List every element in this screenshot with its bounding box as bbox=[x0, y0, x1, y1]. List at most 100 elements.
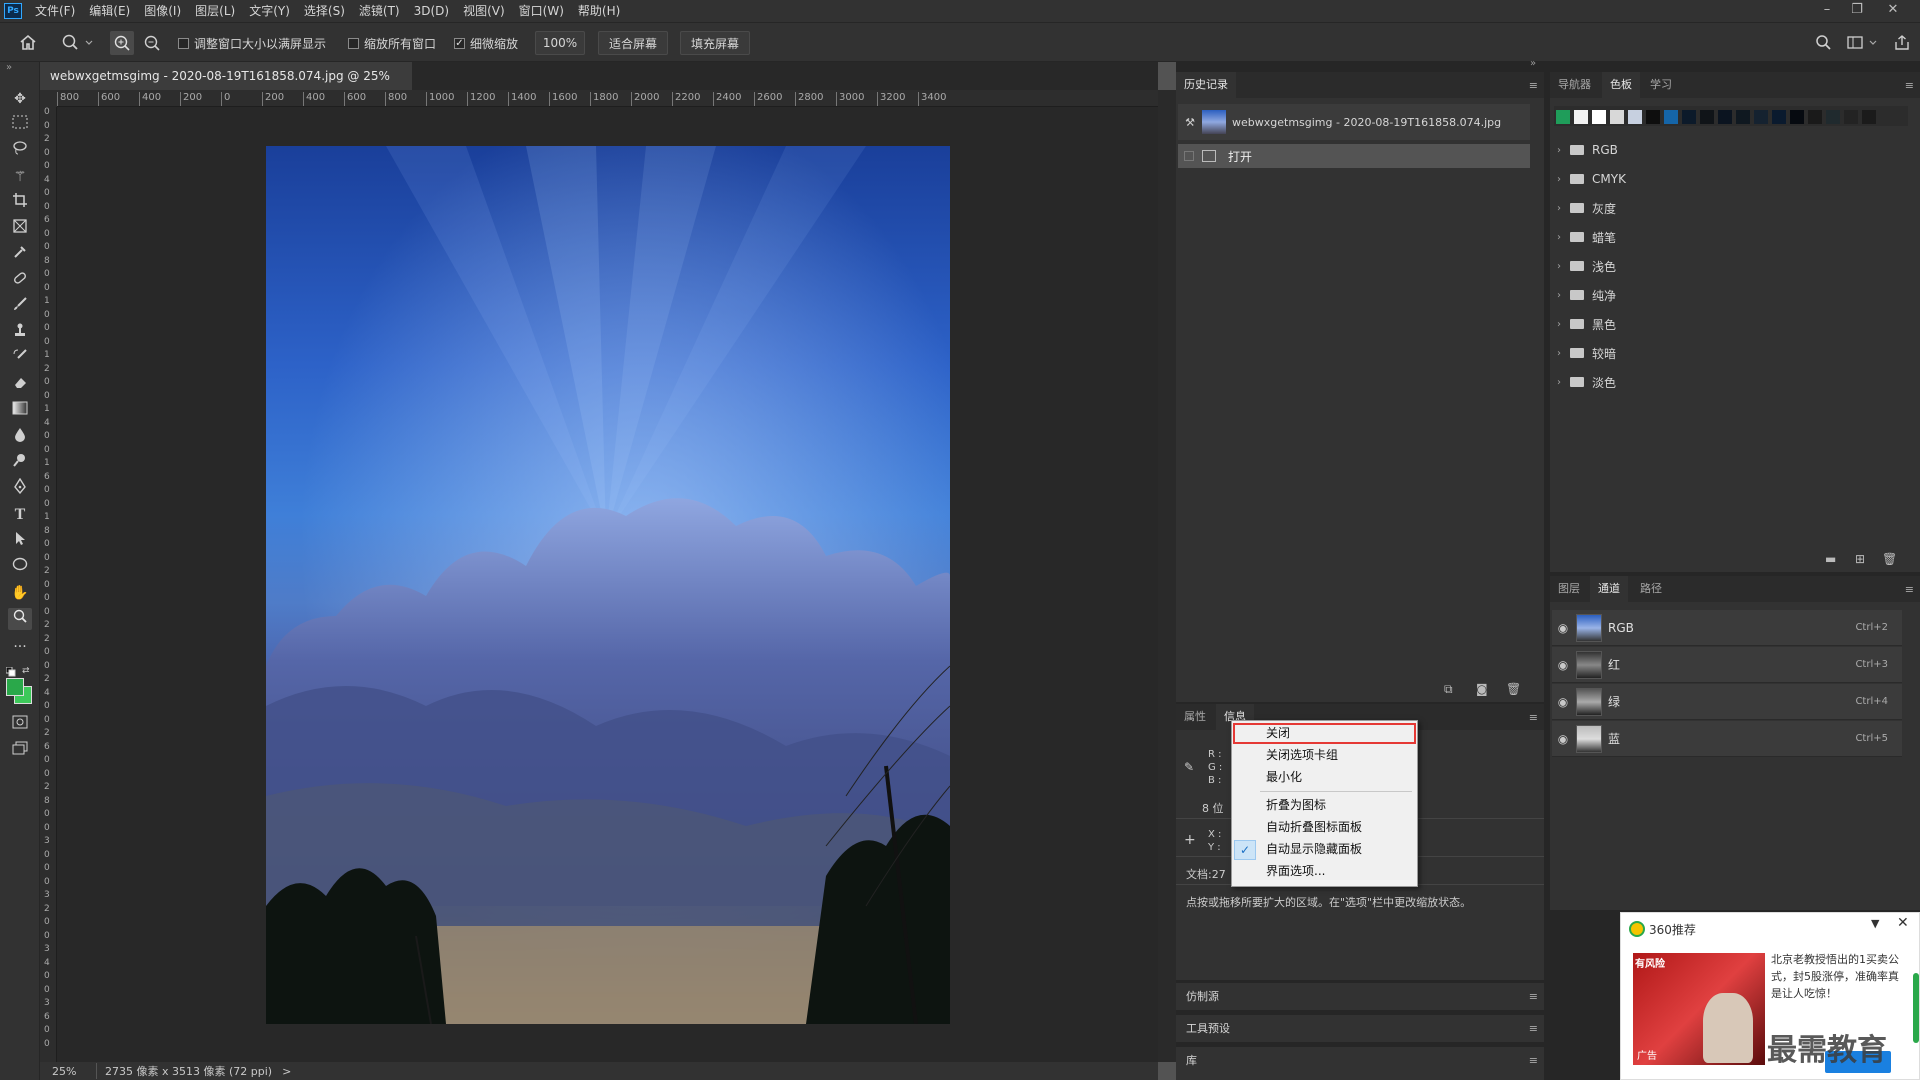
trash-icon[interactable]: 🗑 bbox=[1882, 552, 1897, 566]
share-icon[interactable] bbox=[1892, 33, 1912, 53]
tool-presets-panel[interactable]: 工具预设 ≡ bbox=[1176, 1014, 1544, 1042]
clone-stamp-icon[interactable] bbox=[8, 322, 32, 344]
zoom-all-checkbox[interactable]: 缩放所有窗口 bbox=[348, 35, 436, 52]
color-swatch[interactable] bbox=[1628, 110, 1642, 124]
hand-tool-icon[interactable]: ✋ bbox=[8, 582, 32, 604]
panel-menu-icon[interactable]: ≡ bbox=[1529, 1047, 1538, 1075]
libraries-panel[interactable]: 库 ≡ bbox=[1176, 1046, 1544, 1080]
swatch-group-pure[interactable]: › 纯净 bbox=[1552, 281, 1902, 309]
new-group-icon[interactable]: ▬ bbox=[1825, 552, 1836, 566]
menu-layer[interactable]: 图层(L) bbox=[188, 0, 242, 22]
document-tab[interactable]: webwxgetmsgimg - 2020-08-19T161858.074.j… bbox=[40, 62, 412, 111]
step-source-checkbox[interactable] bbox=[1184, 151, 1194, 161]
panel-menu-icon[interactable]: ≡ bbox=[1529, 983, 1538, 1011]
chevron-right-icon[interactable]: › bbox=[1552, 290, 1566, 301]
history-brush-icon[interactable] bbox=[8, 348, 32, 370]
home-icon[interactable] bbox=[18, 33, 40, 53]
expand-tools-icon[interactable]: » bbox=[6, 62, 12, 73]
swatch-group-pastel[interactable]: › 蜡笔 bbox=[1552, 223, 1902, 251]
zoom-tool-icon[interactable] bbox=[8, 608, 32, 630]
menu-view[interactable]: 视图(V) bbox=[456, 0, 512, 22]
tab-layers[interactable]: 图层 bbox=[1550, 576, 1588, 602]
type-tool-icon[interactable]: T bbox=[8, 504, 32, 526]
eye-icon[interactable]: ◉ bbox=[1552, 732, 1574, 746]
menu-help[interactable]: 帮助(H) bbox=[571, 0, 627, 22]
swatch-group-darker[interactable]: › 较暗 bbox=[1552, 339, 1902, 367]
blur-tool-icon[interactable] bbox=[8, 426, 32, 448]
close-window-button[interactable]: ✕ bbox=[1878, 0, 1908, 22]
menu-item-minimize[interactable]: 最小化 bbox=[1232, 767, 1417, 788]
eye-icon[interactable]: ◉ bbox=[1552, 658, 1574, 672]
tab-properties[interactable]: 属性 bbox=[1176, 704, 1214, 730]
search-icon[interactable] bbox=[1814, 33, 1834, 53]
clone-source-panel[interactable]: 仿制源 ≡ bbox=[1176, 982, 1544, 1010]
more-tools-icon[interactable]: ··· bbox=[8, 636, 32, 658]
ad-image[interactable]: 有风险 广告 bbox=[1633, 953, 1765, 1065]
menu-type[interactable]: 文字(Y) bbox=[242, 0, 297, 22]
default-colors-icon[interactable] bbox=[5, 666, 16, 677]
menu-file[interactable]: 文件(F) bbox=[28, 0, 82, 22]
ellipse-tool-icon[interactable] bbox=[8, 556, 32, 578]
pen-tool-icon[interactable] bbox=[8, 477, 32, 500]
menu-edit[interactable]: 编辑(E) bbox=[82, 0, 137, 22]
status-menu-arrow[interactable]: > bbox=[282, 1065, 291, 1078]
chevron-right-icon[interactable]: › bbox=[1552, 174, 1566, 185]
scrubby-zoom-checkbox[interactable]: ✓ 细微缩放 bbox=[454, 35, 518, 52]
menu-item-collapse-to-icons[interactable]: 折叠为图标 bbox=[1232, 795, 1417, 816]
panel-menu-icon[interactable]: ≡ bbox=[1905, 79, 1914, 92]
channel-row-rgb[interactable]: ◉ RGB Ctrl+2 bbox=[1552, 610, 1902, 646]
swap-colors-icon[interactable]: ⇄ bbox=[22, 666, 30, 676]
color-swatch[interactable] bbox=[1574, 110, 1588, 124]
channel-row-blue[interactable]: ◉ 蓝 Ctrl+5 bbox=[1552, 721, 1902, 757]
tab-swatches[interactable]: 色板 bbox=[1602, 72, 1640, 98]
history-brush-icon[interactable]: ⚒ bbox=[1178, 116, 1202, 129]
eraser-icon[interactable] bbox=[8, 374, 32, 396]
color-swatch[interactable] bbox=[1556, 110, 1570, 124]
panel-menu-icon[interactable]: ≡ bbox=[1905, 583, 1914, 596]
magic-wand-icon[interactable]: ⚚ bbox=[8, 166, 32, 188]
tab-channels[interactable]: 通道 bbox=[1590, 576, 1628, 602]
eyedropper-icon[interactable] bbox=[8, 244, 32, 266]
marquee-tool-icon[interactable] bbox=[8, 114, 32, 136]
canvas-scrollbar[interactable] bbox=[1158, 90, 1176, 1062]
screen-mode-icon[interactable] bbox=[8, 740, 32, 762]
checkbox-box[interactable] bbox=[348, 38, 359, 49]
chevron-right-icon[interactable]: › bbox=[1552, 145, 1566, 156]
crop-tool-icon[interactable] bbox=[8, 192, 32, 214]
lasso-tool-icon[interactable] bbox=[8, 140, 32, 162]
color-swatch[interactable] bbox=[1826, 110, 1840, 124]
menu-select[interactable]: 选择(S) bbox=[297, 0, 352, 22]
frame-tool-icon[interactable] bbox=[8, 218, 32, 240]
chevron-right-icon[interactable]: › bbox=[1552, 261, 1566, 272]
color-swatch[interactable] bbox=[1772, 110, 1786, 124]
dodge-tool-icon[interactable] bbox=[8, 452, 32, 474]
zoom-in-icon[interactable] bbox=[110, 31, 134, 55]
menu-item-interface-options[interactable]: 界面选项... bbox=[1232, 861, 1417, 882]
ad-text[interactable]: 北京老教授悟出的1买卖公式，封5股涨停，准确率真是让人吃惊！ bbox=[1771, 951, 1907, 1002]
path-selection-icon[interactable] bbox=[8, 530, 32, 552]
tab-paths[interactable]: 路径 bbox=[1632, 576, 1670, 602]
fill-screen-button[interactable]: 填充屏幕 bbox=[680, 31, 750, 55]
camera-icon[interactable]: ◙ bbox=[1476, 682, 1488, 696]
swatch-group-dark[interactable]: › 黑色 bbox=[1552, 310, 1902, 338]
zoom-100-button[interactable]: 100% bbox=[535, 31, 585, 55]
ad-close-button[interactable]: ✕ bbox=[1897, 915, 1909, 931]
zoom-out-icon[interactable] bbox=[140, 31, 164, 55]
history-snapshot[interactable]: ⚒ webwxgetmsgimg - 2020-08-19T161858.074… bbox=[1178, 104, 1530, 140]
color-swatch[interactable] bbox=[1700, 110, 1714, 124]
color-swatch[interactable] bbox=[1610, 110, 1624, 124]
swatch-group-gray[interactable]: › 灰度 bbox=[1552, 194, 1902, 222]
menu-item-auto-show-hidden[interactable]: 自动显示隐藏面板 bbox=[1232, 839, 1417, 860]
color-swatch[interactable] bbox=[1808, 110, 1822, 124]
gradient-tool-icon[interactable] bbox=[8, 400, 32, 422]
panel-menu-icon[interactable]: ≡ bbox=[1529, 711, 1538, 724]
swatch-group-pale[interactable]: › 淡色 bbox=[1552, 368, 1902, 396]
workspace-icon[interactable] bbox=[1846, 33, 1882, 53]
chevron-right-icon[interactable]: › bbox=[1552, 232, 1566, 243]
menu-filter[interactable]: 滤镜(T) bbox=[352, 0, 407, 22]
menu-3d[interactable]: 3D(D) bbox=[407, 0, 456, 22]
restore-button[interactable]: ❐ bbox=[1842, 0, 1872, 22]
eye-icon[interactable]: ◉ bbox=[1552, 695, 1574, 709]
tab-history[interactable]: 历史记录 bbox=[1176, 72, 1236, 98]
panel-menu-icon[interactable]: ≡ bbox=[1529, 79, 1538, 92]
